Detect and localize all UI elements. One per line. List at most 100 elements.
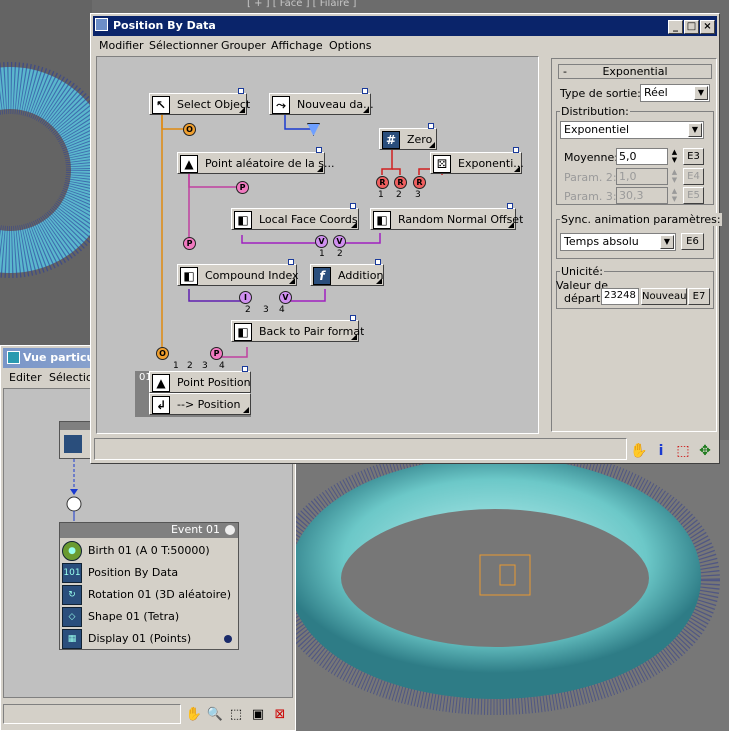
event-item-shape[interactable]: ◇ Shape 01 (Tetra) <box>62 605 238 627</box>
dialog-title: Position By Data <box>113 19 216 32</box>
port-r-3[interactable]: R <box>413 176 426 189</box>
e7-button[interactable]: E7 <box>688 288 710 305</box>
op-zero[interactable]: # Zero <box>379 123 437 150</box>
port-p-2[interactable]: P <box>183 237 196 250</box>
normal-icon: ◧ <box>373 211 391 229</box>
port-p-1[interactable]: P <box>236 181 249 194</box>
nouveau-seed-button[interactable]: Nouveau <box>641 288 687 305</box>
fit-icon[interactable]: ▣ <box>249 707 267 725</box>
birth-icon: ● <box>62 541 82 561</box>
event-header[interactable]: Event 01 <box>60 523 238 538</box>
event-item-display[interactable]: ▦ Display 01 (Points) <box>62 627 238 649</box>
display-color-swatch[interactable] <box>224 635 232 643</box>
pv-menu-editer[interactable]: Editer <box>9 371 42 384</box>
bulb-icon[interactable] <box>225 525 235 535</box>
param2-spinner[interactable]: ▲ ▼ <box>670 168 679 184</box>
menu-affichage[interactable]: Affichage <box>271 39 323 52</box>
torus-left-render <box>0 62 92 278</box>
dialog-app-icon <box>95 18 108 31</box>
distribution-select[interactable]: Exponentiel ▼ <box>560 121 704 139</box>
port-v-3[interactable]: V <box>279 291 292 304</box>
op-select-object[interactable]: ↖ Select Object <box>149 88 250 115</box>
param3-input[interactable]: 30,3 <box>616 187 668 204</box>
graph-canvas[interactable]: ↖ Select Object ⤳ Nouveau da... # Zero ⚄ Exp… <box>96 56 539 434</box>
e3-button[interactable]: E3 <box>683 148 704 165</box>
port-r-2[interactable]: R <box>394 176 407 189</box>
e6-button[interactable]: E6 <box>681 233 704 250</box>
rollout-header[interactable]: - Exponential <box>558 64 712 79</box>
cursor-icon: ↖ <box>152 96 170 114</box>
moyenne-spinner[interactable]: ▲ ▼ <box>670 148 679 164</box>
no-zoom-icon[interactable]: ⊠ <box>271 707 289 725</box>
port-o-1[interactable]: O <box>183 123 196 136</box>
seed-input[interactable]: 23248 <box>601 288 639 305</box>
output-node[interactable]: 01 ▲ Point Position ↲ --> Position <box>135 366 251 417</box>
op-nouveau-data[interactable]: ⤳ Nouveau da... <box>269 88 374 115</box>
op-addition[interactable]: f Addition <box>310 259 384 286</box>
op-to-position[interactable]: ↲ --> Position <box>149 393 251 415</box>
hash-icon: # <box>382 131 400 149</box>
chevron-down-icon: ▼ <box>688 123 702 137</box>
viewport-label: [ + ] [ Face ] [ Filaire ] <box>247 0 357 9</box>
move-icon[interactable]: ✥ <box>695 441 715 461</box>
maximize-button[interactable]: □ <box>684 20 699 34</box>
op-back-to-pair[interactable]: ◧ Back to Pair format <box>231 315 364 342</box>
shape-icon: ◇ <box>62 607 82 627</box>
output-type-select[interactable]: Réel ▼ <box>640 84 710 102</box>
pair-icon: ◧ <box>234 323 252 341</box>
port-o-2[interactable]: O <box>156 347 169 360</box>
param2-input[interactable]: 1,0 <box>616 168 668 185</box>
sync-select[interactable]: Temps absolu ▼ <box>560 233 676 251</box>
torus-render <box>295 445 720 715</box>
event-item-position-by-data[interactable]: 101 Position By Data <box>62 561 238 583</box>
position-by-data-dialog[interactable]: Position By Data _ □ × Modifier Sélectio… <box>90 13 722 464</box>
event-node[interactable]: Event 01 ● Birth 01 (A 0 T:50000) 101 Posi… <box>59 522 239 650</box>
op-local-face-coords[interactable]: ◧ Local Face Coords <box>231 203 359 230</box>
menu-modifier[interactable]: Modifier <box>99 39 143 52</box>
triangle-icon: ▲ <box>180 155 198 173</box>
op-point-position[interactable]: ▲ Point Position <box>149 366 251 393</box>
rotation-icon: ↻ <box>62 585 82 605</box>
data-icon: 101 <box>62 563 82 583</box>
chevron-down-icon: ▼ <box>694 86 708 100</box>
viewport-left[interactable] <box>0 0 92 345</box>
moyenne-input[interactable]: 5,0 <box>616 148 668 165</box>
menu-selectionner[interactable]: Sélectionner <box>149 39 218 52</box>
e4-button[interactable]: E4 <box>683 168 704 185</box>
dialog-title-bar[interactable]: Position By Data _ □ × <box>93 16 717 36</box>
pv-status-bar <box>3 704 181 724</box>
menu-grouper[interactable]: Grouper <box>221 39 266 52</box>
event-item-rotation[interactable]: ↻ Rotation 01 (3D aléatoire) <box>62 583 238 605</box>
function-icon: f <box>313 267 331 285</box>
port-v-1[interactable]: V <box>315 235 328 248</box>
close-button[interactable]: × <box>700 20 715 34</box>
port-i[interactable]: I <box>239 291 252 304</box>
parameter-panel: - Exponential Type de sortie: Réel ▼ Distr… <box>551 58 722 432</box>
op-compound-index[interactable]: ◧ Compound Index <box>177 259 299 286</box>
display-icon: ▦ <box>62 629 82 649</box>
viewport-top-strip: [ + ] [ Face ] [ Filaire ] <box>92 0 729 14</box>
dialog-menu-bar: Modifier Sélectionner Grouper Affichage … <box>93 38 717 56</box>
viewport-perspective[interactable] <box>295 440 729 731</box>
port-r-1[interactable]: R <box>376 176 389 189</box>
zoom-region-icon[interactable]: ⬚ <box>227 707 245 725</box>
hand-icon[interactable]: ✋ <box>185 707 203 725</box>
dice-icon: ⚄ <box>433 155 451 173</box>
op-random-normal-offset[interactable]: ◧ Random Normal Offset <box>370 203 523 230</box>
index-icon: ◧ <box>180 267 198 285</box>
menu-options[interactable]: Options <box>329 39 371 52</box>
op-point-aleatoire[interactable]: ▲ Point aléatoire de la s... <box>177 147 335 174</box>
op-exponential[interactable]: ⚄ Exponenti... <box>430 147 524 174</box>
param3-spinner[interactable]: ▲ ▼ <box>670 187 679 203</box>
hand-icon[interactable]: ✋ <box>629 441 649 461</box>
minimize-button[interactable]: _ <box>668 20 683 34</box>
e5-button[interactable]: E5 <box>683 187 704 204</box>
face-icon: ◧ <box>234 211 252 229</box>
info-icon[interactable]: i <box>651 441 671 461</box>
event-item-birth[interactable]: ● Birth 01 (A 0 T:50000) <box>62 539 238 561</box>
port-v-2[interactable]: V <box>333 235 346 248</box>
region-select-icon[interactable]: ⬚ <box>673 441 693 461</box>
zoom-icon[interactable]: 🔍 <box>206 707 224 725</box>
new-data-icon: ⤳ <box>272 96 290 114</box>
port-p-3[interactable]: P <box>210 347 223 360</box>
